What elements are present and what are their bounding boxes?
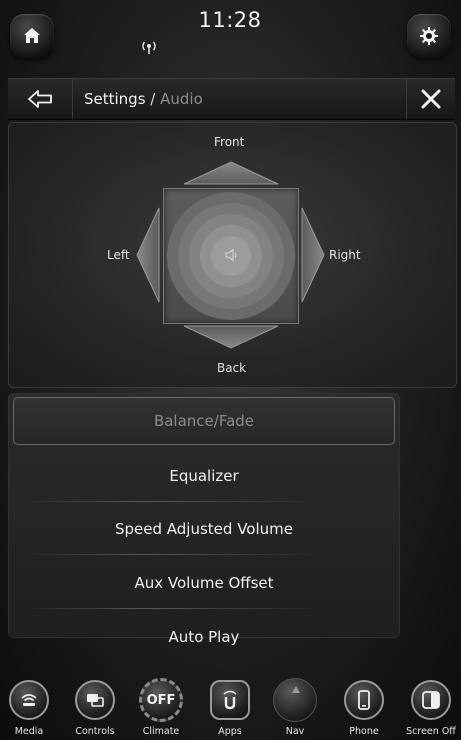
speaker-icon [225,248,237,262]
apps-icon [223,690,237,710]
home-button[interactable] [10,14,54,58]
dock-climate[interactable]: OFF Climate [128,678,194,740]
bottom-dock: Media Controls OFF Climate Apps Nav Phon… [0,678,461,740]
menu-item-balance-fade[interactable]: Balance/Fade [13,397,395,445]
dock-label-phone: Phone [349,726,379,737]
dock-apps[interactable]: Apps [197,678,263,740]
dock-phone[interactable]: Phone [331,678,397,740]
front-label: Front [214,135,245,149]
dock-media[interactable]: Media [0,678,62,740]
divider [23,501,323,502]
status-bar: 11:28 [0,0,461,78]
clock: 11:28 [198,8,262,32]
menu-item-speed-adjusted-volume[interactable]: Speed Adjusted Volume [9,503,399,555]
fade-front-arrow[interactable] [183,161,279,185]
audio-settings-list: Balance/Fade Equalizer Speed Adjusted Vo… [8,393,400,646]
breadcrumb-separator: / [145,90,161,108]
dock-label-climate: Climate [142,726,180,737]
breadcrumb: Settings / Audio [84,79,203,119]
dock-label-apps: Apps [218,726,242,737]
breadcrumb-audio: Audio [160,90,203,108]
controls-button[interactable] [75,680,115,720]
dock-controls[interactable]: Controls [62,678,128,740]
balance-right-arrow[interactable] [301,207,325,303]
close-icon [421,89,441,109]
apps-button[interactable] [210,680,250,720]
media-button[interactable] [9,680,49,720]
divider [23,608,323,609]
dock-label-screen-off: Screen Off [406,726,456,737]
balance-left-arrow[interactable] [136,207,160,303]
dock-nav[interactable]: Nav [262,678,328,740]
right-label: Right [329,248,361,262]
dock-label-nav: Nav [285,726,305,737]
nav-button[interactable] [273,678,317,722]
close-button[interactable] [406,79,455,119]
phone-icon [358,690,370,710]
divider [23,554,323,555]
balance-fade-grid[interactable] [163,188,299,324]
screen-off-button[interactable] [411,680,451,720]
media-icon [21,694,37,706]
screen: 11:28 Settings / Audio Front Back Left R… [0,0,461,740]
back-arrow-icon [28,90,52,108]
menu-item-auto-play[interactable]: Auto Play [9,624,399,651]
gear-icon [420,27,438,45]
settings-button[interactable] [407,14,451,58]
balance-fade-panel: Front Back Left Right [8,122,457,388]
left-label: Left [107,248,130,262]
screen-off-icon [422,691,440,709]
nav-icon [292,686,300,693]
fade-back-arrow[interactable] [183,325,279,349]
wireless-signal-icon [137,39,161,55]
phone-button[interactable] [344,680,384,720]
back-button[interactable] [8,79,73,119]
climate-button[interactable]: OFF [139,678,183,722]
header-bar: Settings / Audio [8,78,455,120]
home-icon [24,28,40,43]
menu-item-aux-volume-offset[interactable]: Aux Volume Offset [9,557,399,609]
breadcrumb-settings[interactable]: Settings [84,90,146,108]
menu-item-equalizer[interactable]: Equalizer [9,450,399,502]
dock-label-media: Media [14,726,44,737]
controls-icon [87,694,104,707]
back-label: Back [217,361,247,375]
climate-off-icon: OFF [146,692,176,708]
dock-screen-off[interactable]: Screen Off [398,678,461,740]
dock-label-controls: Controls [75,726,115,737]
